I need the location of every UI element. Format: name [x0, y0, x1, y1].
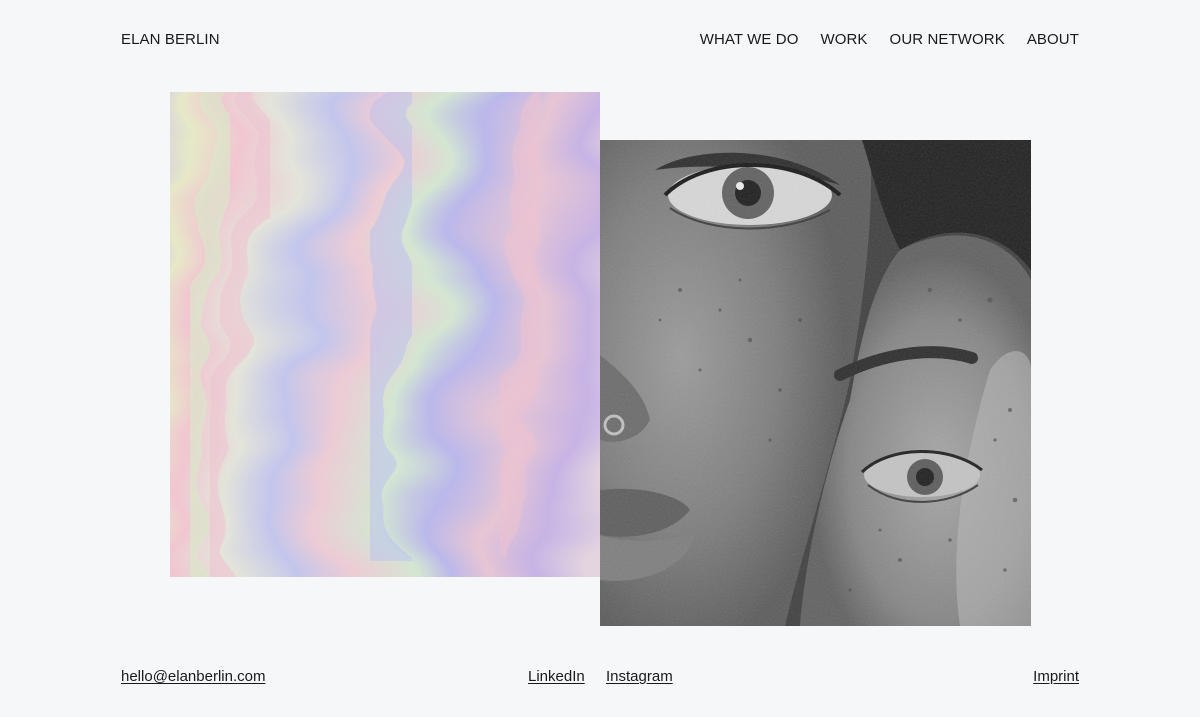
portrait-photo: [600, 140, 1031, 626]
linkedin-link[interactable]: LinkedIn: [528, 668, 585, 686]
nav-what-we-do[interactable]: WHAT WE DO: [700, 31, 799, 49]
instagram-link[interactable]: Instagram: [606, 668, 673, 686]
nav-about[interactable]: ABOUT: [1027, 31, 1079, 49]
brand-logo[interactable]: ELAN BERLIN: [121, 31, 220, 49]
holographic-image: [170, 92, 600, 577]
main-nav: WHAT WE DO WORK OUR NETWORK ABOUT: [700, 31, 1079, 49]
email-link[interactable]: hello@elanberlin.com: [121, 668, 265, 686]
nav-work[interactable]: WORK: [820, 31, 867, 49]
imprint-link[interactable]: Imprint: [1033, 668, 1079, 686]
nav-our-network[interactable]: OUR NETWORK: [890, 31, 1005, 49]
